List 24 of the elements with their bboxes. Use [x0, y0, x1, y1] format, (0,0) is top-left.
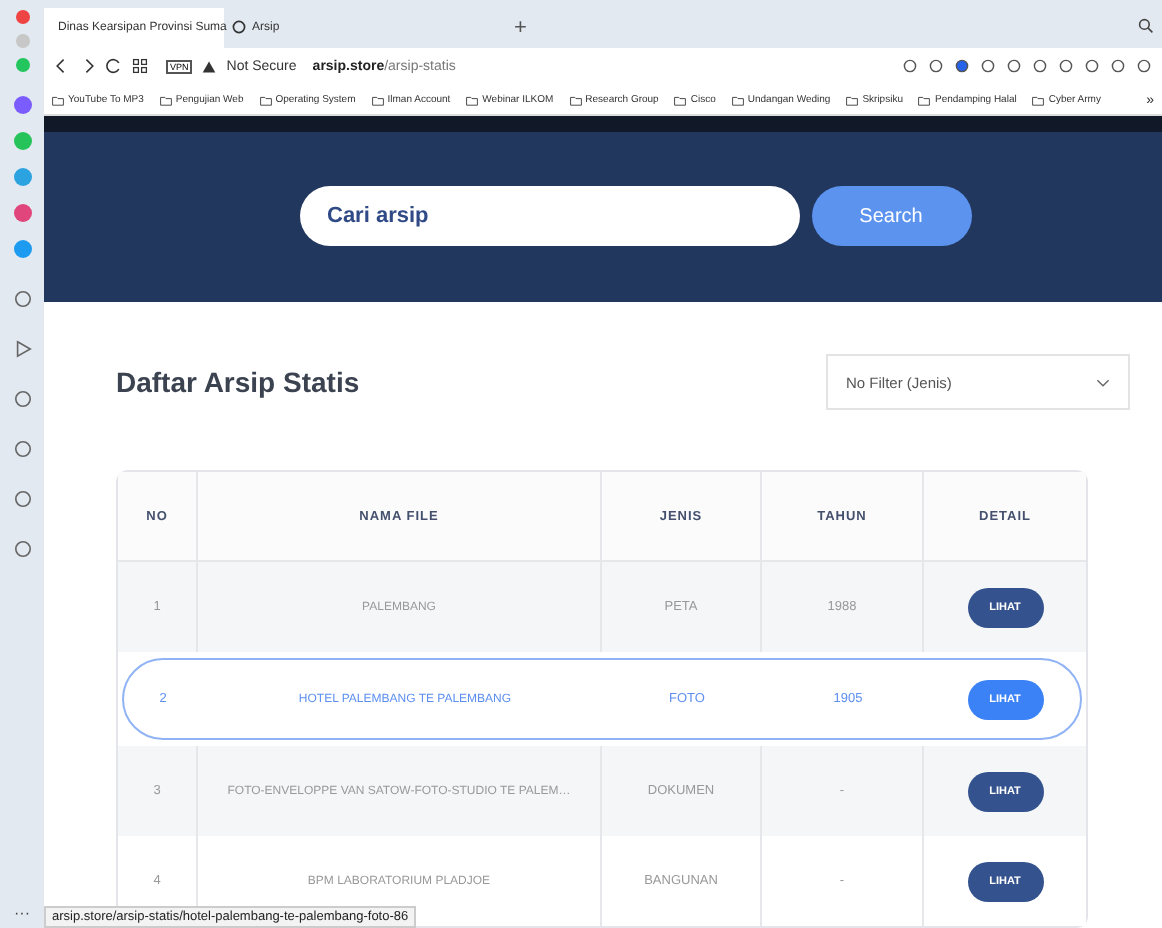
reload-icon[interactable]	[106, 58, 122, 75]
new-tab-button[interactable]: +	[514, 15, 527, 40]
folder-icon	[731, 95, 744, 105]
back-icon[interactable]	[54, 58, 70, 75]
search-icon[interactable]	[1138, 18, 1154, 34]
chevron-icon	[1096, 377, 1110, 387]
folder-icon	[569, 95, 582, 105]
folder-icon	[466, 95, 479, 105]
warning-icon	[202, 59, 217, 74]
arrow-icon[interactable]	[13, 340, 31, 358]
folder-icon	[371, 95, 384, 105]
more-text[interactable]: ···	[14, 904, 30, 922]
folder-icon	[918, 95, 931, 105]
folder-icon	[846, 95, 859, 105]
search-field[interactable]: Cari arsip	[299, 186, 799, 247]
folder-icon	[674, 95, 687, 105]
close-icon[interactable]	[15, 10, 29, 24]
folder-icon	[159, 95, 172, 105]
grid-icon[interactable]	[132, 58, 148, 75]
folder-icon	[52, 95, 64, 105]
folder-icon	[1032, 95, 1045, 105]
forward-icon[interactable]	[80, 58, 96, 75]
folder-icon	[259, 95, 272, 105]
page-heading: Daftar Arsip Statis	[116, 366, 360, 398]
